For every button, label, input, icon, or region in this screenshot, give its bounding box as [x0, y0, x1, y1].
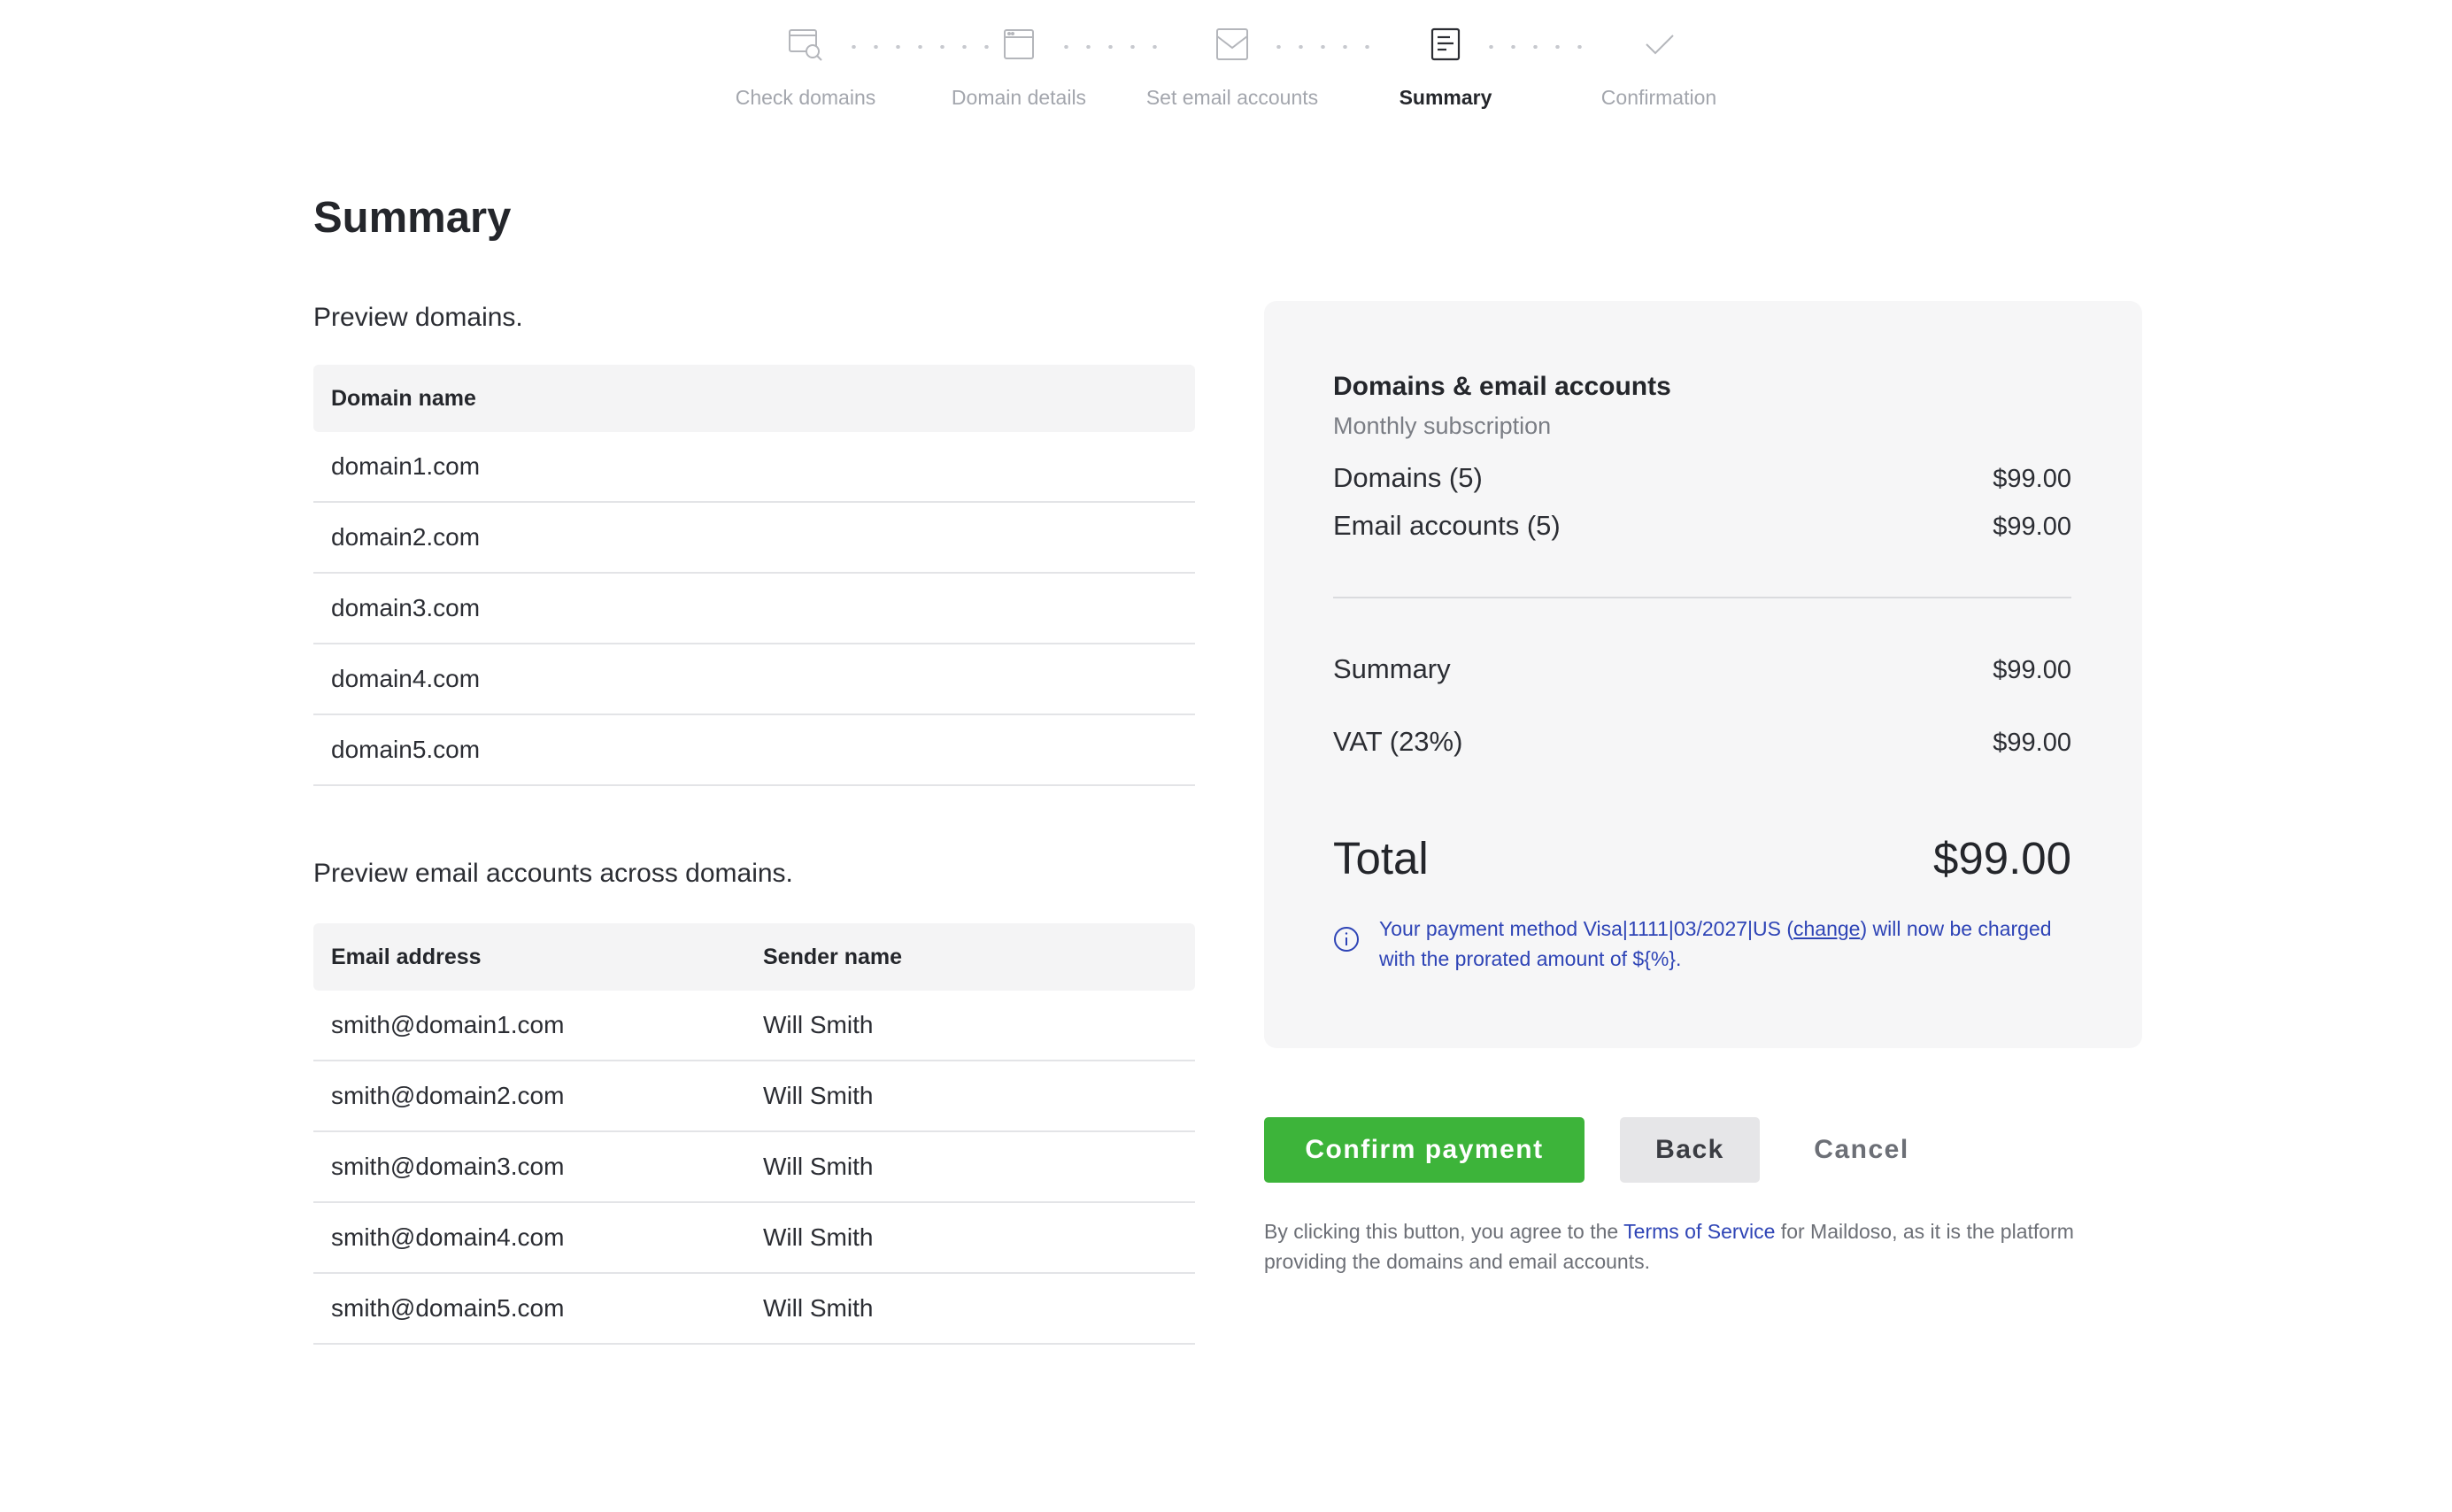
step-label: Summary — [1399, 86, 1492, 109]
sender-cell: Will Smith — [763, 1294, 874, 1322]
table-row: domain5.com — [313, 715, 1195, 786]
table-row: domain3.com — [313, 574, 1195, 644]
legal-text-start: By clicking this button, you agree to th… — [1264, 1220, 1624, 1243]
notice-text-start: Your payment method Visa|1111|03/2027|US… — [1379, 917, 1794, 940]
back-button[interactable]: Back — [1620, 1117, 1760, 1183]
email-cell: smith@domain2.com — [331, 1082, 565, 1109]
table-row: smith@domain1.com Will Smith — [313, 991, 1195, 1061]
payment-notice-text: Your payment method Visa|1111|03/2027|US… — [1379, 914, 2071, 974]
table-row: domain4.com — [313, 644, 1195, 715]
line-item-amount: $99.00 — [1993, 465, 2071, 493]
step-label: Confirmation — [1600, 86, 1717, 109]
order-summary-card: Domains & email accounts Monthly subscri… — [1264, 301, 2142, 1048]
terms-of-service-link[interactable]: Terms of Service — [1623, 1220, 1775, 1243]
email-cell: smith@domain5.com — [331, 1294, 565, 1322]
domain-cell: domain5.com — [331, 736, 481, 763]
mail-icon — [1216, 28, 1248, 60]
checkmark-icon — [1646, 35, 1674, 55]
divider — [1333, 597, 2071, 598]
line-item-domains: Domains (5) $99.00 — [1333, 462, 2071, 494]
total-label: Total — [1333, 833, 1429, 883]
sender-cell: Will Smith — [763, 1082, 874, 1109]
vat-row: VAT (23%) $99.00 — [1333, 726, 2071, 758]
total-amount: $99.00 — [1933, 833, 2071, 883]
vat-label: VAT (23%) — [1333, 726, 1463, 757]
change-payment-link[interactable]: change — [1793, 917, 1860, 940]
line-item-email-accounts: Email accounts (5) $99.00 — [1333, 510, 2071, 542]
step-check-domains[interactable]: Check domains — [699, 25, 912, 110]
domain-cell: domain2.com — [331, 523, 481, 551]
domain-cell: domain3.com — [331, 594, 481, 621]
table-header: Email address Sender name — [313, 923, 1195, 991]
column-header-domain-name: Domain name — [331, 385, 476, 411]
step-domain-details[interactable]: Domain details — [913, 25, 1125, 110]
summary-label: Summary — [1333, 653, 1451, 684]
domain-cell: domain4.com — [331, 665, 481, 692]
email-cell: smith@domain1.com — [331, 1011, 565, 1038]
payment-notice: Your payment method Visa|1111|03/2027|US… — [1333, 914, 2071, 974]
browser-window-icon — [1004, 29, 1034, 59]
legal-disclaimer: By clicking this button, you agree to th… — [1264, 1216, 2149, 1277]
table-header: Domain name — [313, 365, 1195, 432]
column-header-sender-name: Sender name — [763, 944, 903, 969]
domains-table: Domain name domain1.com domain2.com doma… — [313, 365, 1195, 786]
step-label: Set email accounts — [1145, 86, 1319, 109]
line-item-name: Domains (5) — [1333, 462, 1483, 493]
step-label: Check domains — [735, 86, 876, 109]
email-accounts-table: Email address Sender name smith@domain1.… — [313, 923, 1195, 1345]
table-row: smith@domain2.com Will Smith — [313, 1061, 1195, 1132]
email-cell: smith@domain3.com — [331, 1153, 565, 1180]
email-cell: smith@domain4.com — [331, 1223, 565, 1251]
table-row: smith@domain3.com Will Smith — [313, 1132, 1195, 1203]
info-icon — [1334, 927, 1359, 952]
summary-amount: $99.00 — [1993, 656, 2071, 684]
line-item-name: Email accounts (5) — [1333, 510, 1561, 541]
sender-cell: Will Smith — [763, 1223, 874, 1251]
domain-search-icon — [789, 29, 822, 61]
total-row: Total $99.00 — [1333, 832, 2071, 884]
confirm-payment-button[interactable]: Confirm payment — [1264, 1117, 1585, 1183]
document-icon — [1430, 27, 1461, 61]
line-item-amount: $99.00 — [1993, 513, 2071, 541]
domains-section-label: Preview domains. — [313, 303, 523, 332]
emails-section-label: Preview email accounts across domains. — [313, 859, 793, 888]
sender-cell: Will Smith — [763, 1011, 874, 1038]
step-set-email-accounts[interactable]: Set email accounts — [1126, 25, 1338, 110]
table-row: domain2.com — [313, 503, 1195, 574]
summary-row: Summary $99.00 — [1333, 653, 2071, 685]
card-title: Domains & email accounts — [1333, 372, 1671, 401]
sender-cell: Will Smith — [763, 1153, 874, 1180]
column-header-email-address: Email address — [331, 944, 482, 969]
table-row: domain1.com — [313, 432, 1195, 503]
card-subtitle: Monthly subscription — [1333, 413, 1552, 439]
page-title: Summary — [313, 194, 512, 242]
table-row: smith@domain5.com Will Smith — [313, 1274, 1195, 1345]
cancel-button[interactable]: Cancel — [1786, 1117, 1937, 1183]
vat-amount: $99.00 — [1993, 729, 2071, 757]
table-row: smith@domain4.com Will Smith — [313, 1203, 1195, 1274]
checkout-stepper: Check domains Domain details Set email a… — [0, 0, 2452, 133]
domain-cell: domain1.com — [331, 452, 481, 480]
step-summary[interactable]: Summary — [1339, 25, 1552, 110]
step-confirmation[interactable]: Confirmation — [1553, 25, 1765, 110]
step-label: Domain details — [951, 86, 1087, 109]
